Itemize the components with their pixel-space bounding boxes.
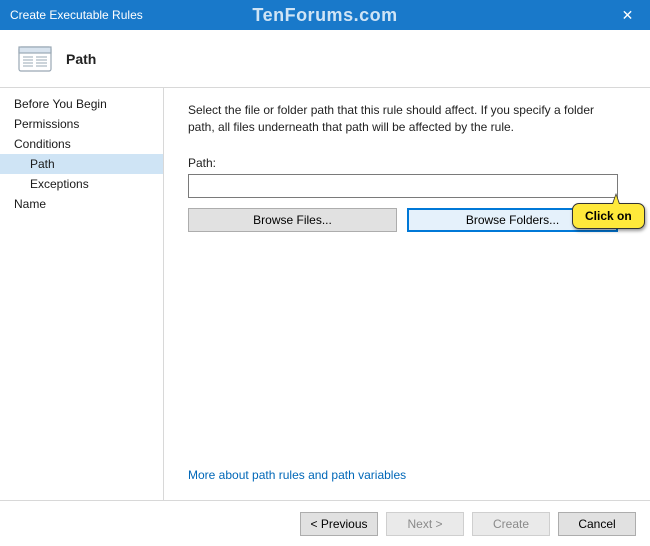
sidebar-item-permissions[interactable]: Permissions (0, 114, 163, 134)
more-about-link[interactable]: More about path rules and path variables (188, 468, 618, 482)
close-icon: ✕ (622, 7, 634, 24)
sidebar-item-path[interactable]: Path (0, 154, 163, 174)
sidebar-item-before-you-begin[interactable]: Before You Begin (0, 94, 163, 114)
sidebar-item-exceptions[interactable]: Exceptions (0, 174, 163, 194)
watermark-text: TenForums.com (252, 5, 397, 26)
titlebar: Create Executable Rules TenForums.com ✕ (0, 0, 650, 30)
rule-icon (18, 45, 52, 73)
close-button[interactable]: ✕ (605, 0, 650, 30)
create-button: Create (472, 512, 550, 536)
cancel-button[interactable]: Cancel (558, 512, 636, 536)
callout-annotation: Click on (572, 203, 645, 229)
wizard-footer: < Previous Next > Create Cancel (0, 500, 650, 546)
wizard-body: Before You Begin Permissions Conditions … (0, 88, 650, 500)
browse-files-button[interactable]: Browse Files... (188, 208, 397, 232)
window-title: Create Executable Rules (10, 8, 143, 22)
sidebar-item-conditions[interactable]: Conditions (0, 134, 163, 154)
path-label: Path: (188, 156, 618, 170)
wizard-sidebar: Before You Begin Permissions Conditions … (0, 88, 164, 500)
page-title: Path (66, 51, 96, 67)
browse-row: Browse Files... Browse Folders... (188, 208, 618, 232)
wizard-main: Select the file or folder path that this… (164, 88, 650, 500)
next-button: Next > (386, 512, 464, 536)
wizard-header: Path (0, 30, 650, 88)
path-input[interactable] (188, 174, 618, 198)
previous-button[interactable]: < Previous (300, 512, 378, 536)
sidebar-item-name[interactable]: Name (0, 194, 163, 214)
callout-text: Click on (572, 203, 645, 229)
description-text: Select the file or folder path that this… (188, 102, 618, 136)
callout-tail-icon (612, 193, 620, 204)
